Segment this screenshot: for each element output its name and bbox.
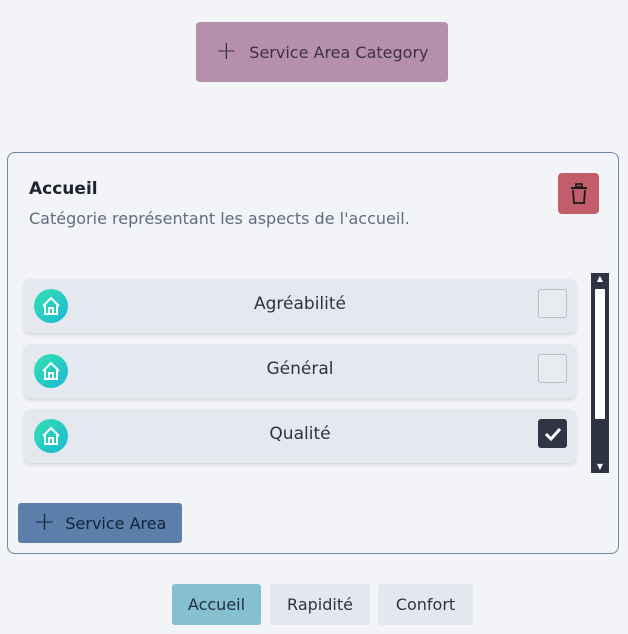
tab-accueil[interactable]: Accueil	[172, 584, 261, 625]
add-category-label: Service Area Category	[249, 42, 429, 62]
service-area-label: Général	[266, 359, 334, 379]
category-card: Accueil Catégorie représentant les aspec…	[7, 152, 619, 554]
tab-rapidite[interactable]: Rapidité	[270, 584, 370, 625]
service-area-checkbox[interactable]	[538, 289, 567, 318]
list-scrollbar[interactable]: ▲ ▼	[591, 273, 609, 473]
service-area-label: Qualité	[269, 424, 331, 444]
scroll-down-arrow-icon[interactable]: ▼	[591, 461, 609, 473]
plus-icon: +	[33, 506, 56, 537]
add-service-area-category-button[interactable]: + Service Area Category	[196, 22, 448, 82]
category-description: Catégorie représentant les aspects de l'…	[29, 209, 410, 228]
list-item: Qualité	[24, 409, 576, 463]
category-tabs: Accueil Rapidité Confort	[0, 584, 628, 626]
add-service-area-button[interactable]: + Service Area	[18, 503, 182, 543]
checkmark-icon	[544, 427, 561, 441]
delete-category-button[interactable]	[558, 173, 599, 214]
home-icon	[34, 289, 68, 323]
list-item: Agréabilité	[24, 279, 576, 333]
category-title: Accueil	[29, 179, 98, 199]
list-item: Général	[24, 344, 576, 398]
service-area-checkbox[interactable]	[538, 419, 567, 448]
tab-confort[interactable]: Confort	[378, 584, 473, 625]
plus-icon: +	[215, 35, 238, 66]
service-area-checkbox[interactable]	[538, 354, 567, 383]
service-area-label: Agréabilité	[254, 294, 346, 314]
home-icon	[34, 419, 68, 453]
trash-icon	[570, 182, 587, 204]
add-area-label: Service Area	[65, 513, 167, 533]
service-area-list: Agréabilité Général Qualité	[22, 277, 578, 467]
scrollbar-thumb[interactable]	[595, 289, 605, 419]
home-icon	[34, 354, 68, 388]
scroll-up-arrow-icon[interactable]: ▲	[591, 273, 609, 285]
